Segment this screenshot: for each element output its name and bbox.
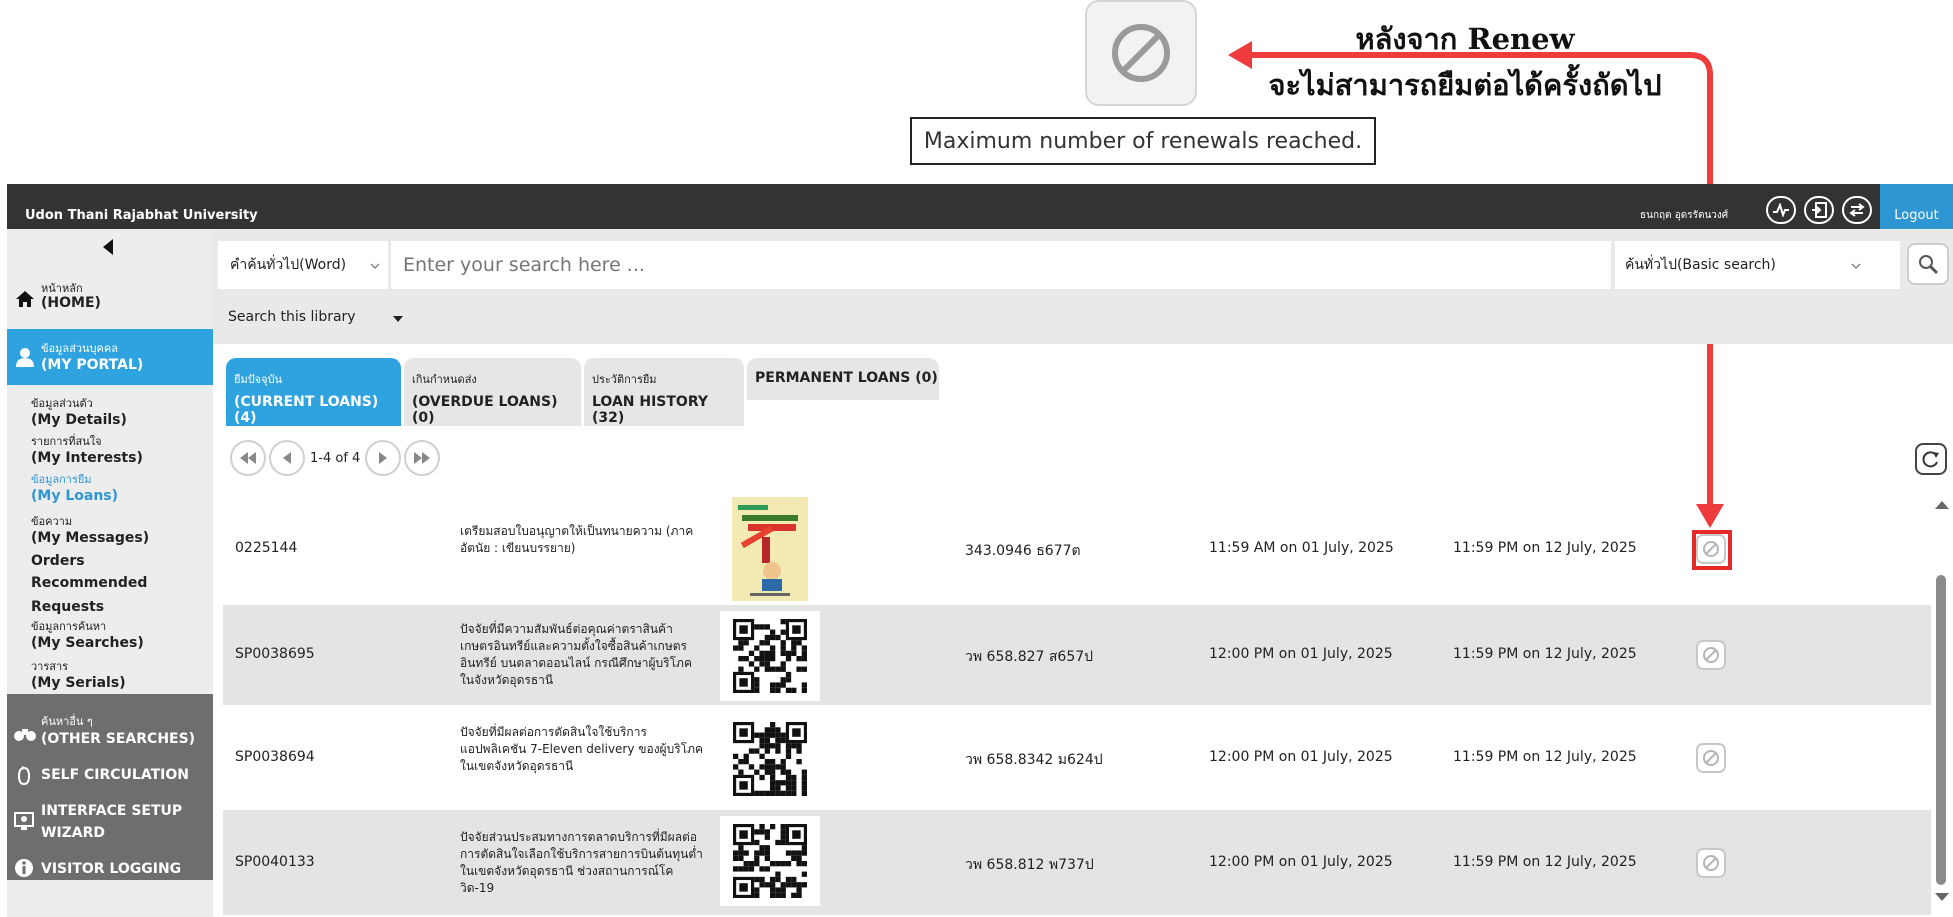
activity-icon[interactable]: [1766, 196, 1796, 224]
sidebar-portal-th: ข้อมูลส่วนบุคคล: [41, 342, 118, 355]
tab-overdue-loans[interactable]: เกินกำหนดส่ง (OVERDUE LOANS) (0): [404, 358, 581, 426]
renewal-tooltip: Maximum number of renewals reached.: [910, 117, 1376, 165]
switch-icon[interactable]: [1842, 196, 1872, 224]
circulation-icon: [17, 766, 31, 786]
sidebar-item-my-serials[interactable]: วารสาร (My Serials): [31, 659, 126, 692]
sidebar-item-my-loans[interactable]: ข้อมูลการยืม (My Loans): [31, 472, 118, 505]
loan-row: SP0038694 ปัจจัยที่มีผลต่อการตัดสินใจใช้…: [223, 708, 1931, 808]
tab-loan-history[interactable]: ประวัติการยืม LOAN HISTORY (32): [584, 358, 744, 426]
sidebar-portal-en: (MY PORTAL): [41, 357, 144, 373]
loan-checkout-date: 12:00 PM on 01 July, 2025: [1209, 646, 1393, 662]
sidebar-item-visitor-logging[interactable]: VISITOR LOGGING: [7, 854, 213, 884]
next-page-button[interactable]: [365, 440, 402, 476]
loan-barcode: SP0040133: [235, 853, 315, 870]
info-icon: [15, 859, 33, 877]
renew-disabled-button[interactable]: [1696, 847, 1726, 878]
sidebar-item-my-details[interactable]: ข้อมูลส่วนตัว (My Details): [31, 396, 127, 429]
search-button[interactable]: [1907, 243, 1949, 285]
pager: 1-4 of 4: [230, 440, 441, 476]
chevron-down-icon: [370, 263, 380, 269]
pager-text: 1-4 of 4: [310, 450, 361, 466]
loan-title[interactable]: ปัจจัยที่มีความสัมพันธ์ต่อคุณค่าตราสินค้…: [460, 621, 705, 689]
tab-current-loans[interactable]: ยืมปัจจุบัน (CURRENT LOANS) (4): [226, 358, 401, 426]
loan-due-date: 11:59 PM on 12 July, 2025: [1453, 853, 1637, 870]
refresh-button[interactable]: [1915, 443, 1947, 475]
loan-row: SP0040133 ปัจจัยส่วนประสมทางการตลาดบริกา…: [223, 810, 1931, 915]
book-cover: [720, 497, 820, 601]
first-page-button[interactable]: [230, 440, 266, 476]
scroll-up-icon: [1935, 501, 1949, 509]
loan-call-number: วพ 658.827 ส657ป: [965, 649, 1094, 665]
sidebar-tools: ค้นหาอื่น ๆ (OTHER SEARCHES) SELF CIRCUL…: [7, 694, 213, 880]
loan-title[interactable]: ปัจจัยส่วนประสมทางการตลาดบริการที่มีผลต่…: [460, 829, 705, 897]
monitor-icon: [14, 812, 34, 830]
search-icon: [1919, 255, 1939, 275]
home-icon: [16, 291, 34, 307]
logout-button[interactable]: Logout: [1880, 184, 1953, 229]
loan-due-date: 11:59 PM on 12 July, 2025: [1453, 540, 1637, 556]
sidebar-item-orders[interactable]: Orders: [31, 552, 85, 570]
library-scope-select[interactable]: Search this library: [228, 309, 356, 325]
loan-title[interactable]: เตรียมสอบใบอนุญาตให้เป็นทนายความ (ภาคอัต…: [460, 523, 705, 557]
loan-checkout-date: 11:59 AM on 01 July, 2025: [1209, 540, 1394, 556]
loan-call-number: วพ 658.8342 ม624ป: [965, 752, 1103, 768]
no-renew-icon: [1703, 750, 1719, 766]
renew-disabled-button[interactable]: [1696, 640, 1726, 670]
user-name: ธนกฤต อุดรรัตนวงศ์: [1640, 210, 1729, 221]
sidebar-item-home[interactable]: หน้าหลัก (HOME): [7, 271, 213, 321]
sidebar-item-my-interests[interactable]: รายการที่สนใจ (My Interests): [31, 434, 143, 467]
scrollbar[interactable]: [1931, 495, 1953, 917]
sidebar-item-interface-setup[interactable]: INTERFACE SETUP WIZARD: [7, 800, 213, 846]
tab-permanent-loans[interactable]: PERMANENT LOANS (0): [747, 358, 939, 400]
loan-due-date: 11:59 PM on 12 July, 2025: [1453, 646, 1637, 662]
qr-code-image: [720, 816, 820, 906]
loan-due-date: 11:59 PM on 12 July, 2025: [1453, 749, 1637, 765]
checkout-icon[interactable]: [1804, 196, 1834, 224]
refresh-icon: [1922, 451, 1939, 468]
chevron-down-icon: [1851, 263, 1861, 269]
collapse-sidebar-icon[interactable]: [99, 237, 119, 257]
qr-code-image: [720, 611, 820, 701]
renew-disabled-zoom-icon: [1085, 0, 1197, 106]
qr-code-image: [720, 714, 820, 804]
user-icon: [16, 348, 34, 367]
loan-barcode: SP0038695: [235, 646, 315, 662]
loan-call-number: 343.0946 ธ677ต: [965, 543, 1081, 559]
renew-disabled-button[interactable]: [1696, 743, 1726, 773]
sidebar-item-my-searches[interactable]: ข้อมูลการค้นหา (My Searches): [31, 619, 144, 652]
search-mode-select[interactable]: ค้นทั่วไป(Basic search): [1615, 241, 1900, 289]
sidebar-item-requests[interactable]: Requests: [31, 598, 104, 616]
loan-row: SP0038695 ปัจจัยที่มีความสัมพันธ์ต่อคุณค…: [223, 605, 1931, 705]
search-band: คำค้นทั่วไป(Word) ค้นทั่วไป(Basic search…: [213, 229, 1953, 344]
loan-barcode: SP0038694: [235, 749, 315, 765]
binoculars-icon: [14, 729, 36, 741]
search-input[interactable]: [391, 241, 1611, 289]
top-bar: Udon Thani Rajabhat University ธนกฤต อุด…: [7, 184, 1953, 229]
loan-call-number: วพ 658.812 พ737ป: [965, 856, 1094, 873]
sidebar-item-my-portal[interactable]: ข้อมูลส่วนบุคคล (MY PORTAL): [7, 329, 213, 385]
no-renew-icon: [1703, 647, 1719, 663]
loan-checkout-date: 12:00 PM on 01 July, 2025: [1209, 749, 1393, 765]
prev-page-button[interactable]: [269, 440, 305, 476]
loan-row: 0225144 เตรียมสอบใบอนุญาตให้เป็นทนายความ…: [223, 495, 1931, 603]
last-page-button[interactable]: [404, 440, 441, 476]
scrollbar-thumb[interactable]: [1936, 575, 1946, 885]
scroll-down-icon: [1935, 893, 1949, 901]
caret-down-icon: [393, 316, 403, 322]
loan-checkout-date: 12:00 PM on 01 July, 2025: [1209, 853, 1393, 870]
app-title: Udon Thani Rajabhat University: [25, 208, 258, 223]
sidebar-item-other-searches[interactable]: ค้นหาอื่น ๆ (OTHER SEARCHES): [7, 704, 213, 758]
loan-barcode: 0225144: [235, 540, 298, 556]
search-type-select[interactable]: คำค้นทั่วไป(Word): [218, 241, 388, 289]
sidebar-item-self-circulation[interactable]: SELF CIRCULATION: [7, 760, 213, 790]
sidebar-item-recommended[interactable]: Recommended: [31, 574, 147, 592]
annotation-line-2: จะไม่สามารถยืมต่อได้ครั้งถัดไป: [1268, 68, 1662, 102]
annotation-caption: หลังจาก Renew จะไม่สามารถยืมต่อได้ครั้งถ…: [1235, 16, 1695, 108]
sidebar-home-en: (HOME): [41, 295, 101, 311]
annotation-line-1: หลังจาก Renew: [1355, 22, 1575, 56]
loan-title[interactable]: ปัจจัยที่มีผลต่อการตัดสินใจใช้บริการแอปพ…: [460, 724, 705, 775]
no-renew-icon: [1703, 854, 1719, 871]
sidebar-item-my-messages[interactable]: ข้อความ (My Messages): [31, 514, 149, 547]
renew-highlight-box: [1692, 530, 1732, 570]
